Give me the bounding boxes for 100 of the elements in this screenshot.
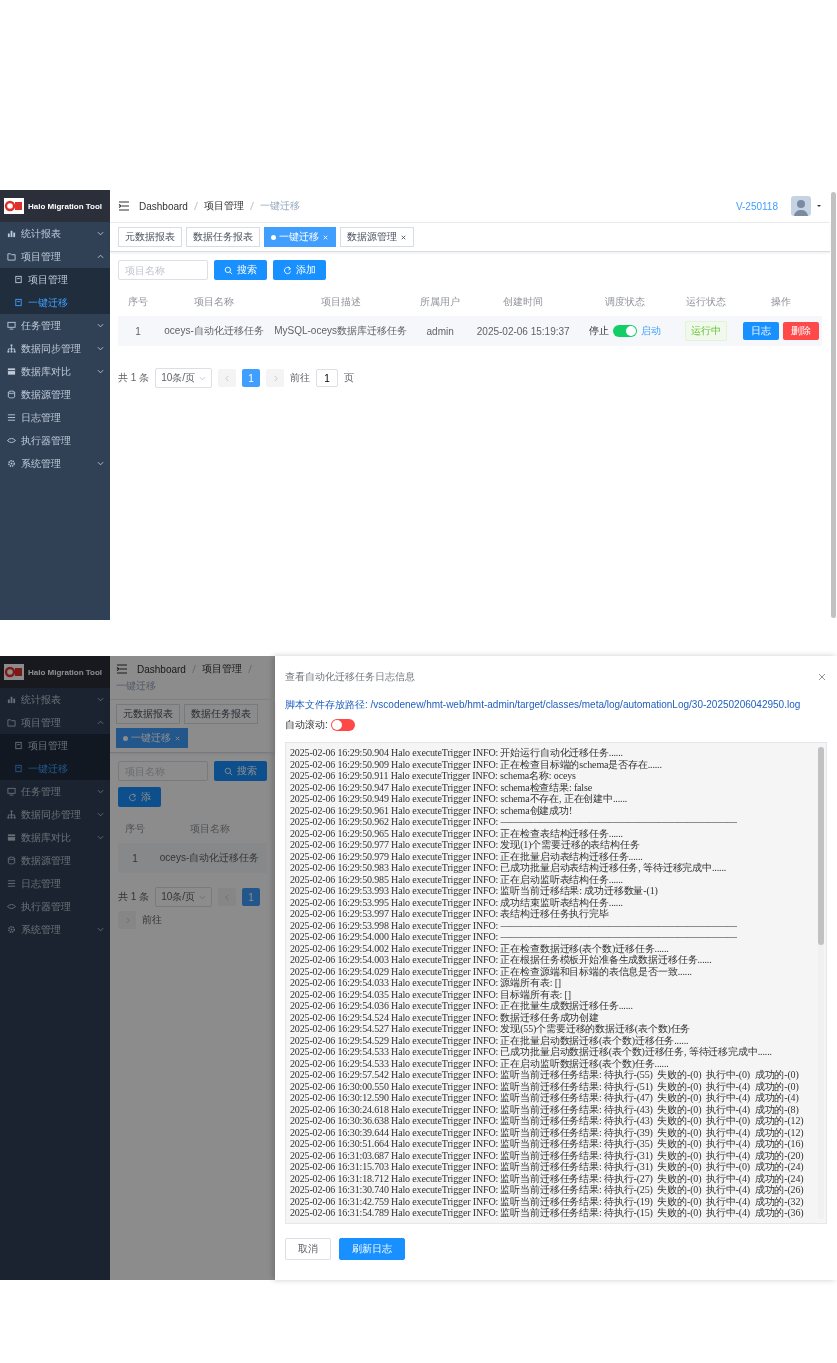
status-tag: 运行中 — [684, 321, 727, 341]
chart-icon — [7, 695, 16, 704]
submenu-item[interactable]: 项目管理 — [0, 734, 110, 757]
scrollbar[interactable] — [831, 192, 836, 618]
menu-item[interactable]: 日志管理 — [0, 406, 110, 429]
submenu-item[interactable]: 项目管理 — [0, 268, 110, 291]
page-suffix: 页 — [344, 371, 355, 385]
log-line: 2025-02-06 16:29:50.965 Halo executeTrigger INFO: 正在检查表结构迁移任务...... — [290, 827, 624, 839]
menu-icon[interactable] — [116, 664, 128, 674]
delete-button[interactable]: 删除 — [782, 322, 819, 340]
table-cell-text: 2025-02-06 15:19:37 — [475, 325, 571, 337]
add-button[interactable]: 添 — [118, 787, 161, 807]
tab[interactable]: 数据任务报表 — [184, 704, 258, 724]
chevron-left-icon — [223, 374, 231, 382]
log-line: 2025-02-06 16:29:54.003 Halo executeTrigger INFO: 正在根据任务模板开始准备生成数据迁移任务...... — [290, 954, 713, 966]
menu-item[interactable]: 数据同步管理 — [0, 337, 110, 360]
refresh-icon — [128, 792, 137, 802]
tab[interactable]: 一键迁移 — [264, 227, 336, 247]
search-button[interactable]: 搜索 — [214, 260, 267, 280]
eye-icon — [7, 902, 16, 911]
menu-item[interactable]: 数据源管理 — [0, 849, 110, 872]
tab[interactable]: 元数据报表 — [118, 227, 182, 247]
page-size-select[interactable]: 10条/页 — [155, 887, 213, 907]
auto-scroll-label: 自动滚动: — [285, 718, 328, 732]
toggle-switch[interactable] — [330, 719, 355, 731]
slash-icon — [190, 664, 197, 674]
menu-item[interactable]: 数据同步管理 — [0, 803, 110, 826]
log-line: 2025-02-06 16:29:50.909 Halo executeTrigger INFO: 正在检查目标端的schema是否存在...... — [290, 758, 663, 770]
breadcrumb-link[interactable]: 项目管理 — [201, 662, 242, 676]
breadcrumb-link[interactable]: Dashboard — [139, 200, 188, 212]
breadcrumb-link[interactable]: Dashboard — [137, 663, 186, 675]
add-button[interactable]: 添加 — [273, 260, 326, 280]
version-link[interactable]: V-250118 — [735, 200, 778, 212]
calendar-icon — [7, 833, 16, 842]
page-size-select[interactable]: 10条/页 — [155, 368, 213, 388]
menu-item[interactable]: 任务管理 — [0, 780, 110, 803]
page-button[interactable]: 1 — [242, 369, 261, 387]
sitemap-icon — [7, 810, 16, 819]
log-line: 2025-02-06 16:29:50.947 Halo executeTrigger INFO: schema检查结果: false — [290, 781, 594, 793]
caret-icon — [199, 893, 207, 901]
log-line: 2025-02-06 16:29:53.997 Halo executeTrigger INFO: 表结构迁移任务执行完毕 — [290, 908, 609, 920]
document-icon — [14, 741, 23, 750]
menu-item[interactable]: 系统管理 — [0, 452, 110, 475]
folder-icon — [7, 718, 16, 727]
log-line: 2025-02-06 16:29:50.977 Halo executeTrigger INFO: 发现(1)个需要迁移的表结构任务 — [290, 839, 641, 851]
close-icon[interactable] — [400, 233, 407, 241]
menu-item[interactable]: 数据源管理 — [0, 383, 110, 406]
menu-item[interactable]: 执行器管理 — [0, 895, 110, 918]
breadcrumb-current: 一键迁移 — [259, 199, 300, 213]
menu-item[interactable]: 项目管理 — [0, 245, 110, 268]
avatar-icon[interactable] — [791, 196, 811, 216]
folder-icon — [7, 252, 16, 261]
refresh-button[interactable]: 刷新日志 — [339, 1237, 405, 1260]
menu-item[interactable]: 项目管理 — [0, 711, 110, 734]
menu-item[interactable]: 数据库对比 — [0, 360, 110, 383]
search-button[interactable]: 搜索 — [214, 761, 267, 781]
page-input[interactable]: 1 — [316, 369, 339, 387]
log-line: 2025-02-06 16:29:53.995 Halo executeTrigger INFO: 成功结束监听表结构任务...... — [290, 896, 624, 908]
column-header: 所属用户 — [419, 295, 462, 309]
logo-icon — [4, 198, 24, 214]
log-button[interactable]: 日志 — [742, 322, 779, 340]
table-cell-text: MySQL-oceys数据库迁移任务 — [273, 324, 408, 338]
search-icon — [224, 265, 233, 275]
log-line: 2025-02-06 16:29:53.993 Halo executeTrigger INFO: 监听当前迁移结果: 成功迁移数量-(1) — [290, 885, 659, 897]
slash-icon — [192, 201, 199, 211]
submenu-item[interactable]: 一键迁移 — [0, 291, 110, 314]
slash-icon — [248, 201, 255, 211]
menu-item[interactable]: 任务管理 — [0, 314, 110, 337]
table-cell-text: oceys-自动化迁移任务 — [163, 324, 265, 338]
tab[interactable]: 数据任务报表 — [186, 227, 260, 247]
close-icon[interactable] — [817, 672, 827, 682]
menu-item[interactable]: 日志管理 — [0, 872, 110, 895]
eye-icon — [7, 436, 16, 445]
table-cell-text: oceys-自动化迁移任务 — [158, 851, 261, 865]
menu-item[interactable]: 统计报表 — [0, 688, 110, 711]
log-line: 2025-02-06 16:29:54.035 Halo executeTrigger INFO: 目标端所有表: [] — [290, 988, 571, 1000]
page-button[interactable]: 1 — [242, 888, 261, 906]
breadcrumb-link[interactable]: 项目管理 — [203, 199, 244, 213]
logo-icon — [4, 664, 24, 680]
menu-item[interactable]: 数据库对比 — [0, 826, 110, 849]
log-line: 2025-02-06 16:29:54.524 Halo executeTrigger INFO: 数据迁移任务成功创建 — [290, 1011, 600, 1023]
scrollbar[interactable] — [818, 747, 824, 1219]
monitor-icon — [7, 321, 16, 330]
cancel-button[interactable]: 取消 — [285, 1237, 331, 1260]
log-line: 2025-02-06 16:31:30.740 Halo executeTrigger INFO: 监听当前迁移任务结果: 待执行-(25) 失败的-(0) 执行中-(4) 成功的-(26) — [290, 1184, 805, 1196]
column-header: 项目描述 — [319, 295, 362, 309]
menu-icon[interactable] — [118, 201, 130, 211]
caret-icon[interactable] — [816, 203, 822, 209]
menu-item[interactable]: 统计报表 — [0, 222, 110, 245]
menu-item[interactable]: 系统管理 — [0, 918, 110, 941]
tab[interactable]: 元数据报表 — [116, 704, 180, 724]
tab[interactable]: 数据源管理 — [340, 227, 414, 247]
log-line: 2025-02-06 16:30:24.618 Halo executeTrigger INFO: 监听当前迁移任务结果: 待执行-(43) 失败的-(0) 执行中-(4) 成功的-(8) — [290, 1103, 800, 1115]
log-line: 2025-02-06 16:30:00.550 Halo executeTrigger INFO: 监听当前迁移任务结果: 待执行-(51) 失败的-(0) 执行中-(4) 成功的-(0) — [290, 1080, 800, 1092]
app-name: Halo Migration Tool — [28, 667, 103, 677]
toggle-switch[interactable] — [612, 325, 637, 337]
chart-icon — [7, 229, 16, 238]
file-path: 脚本文件存放路径: /vscodenew/hmt-web/hmt-admin/target/classes/meta/log/automationLog/30-20250206042950.log — [285, 698, 802, 712]
refresh-icon — [283, 265, 292, 275]
menu-item[interactable]: 执行器管理 — [0, 429, 110, 452]
